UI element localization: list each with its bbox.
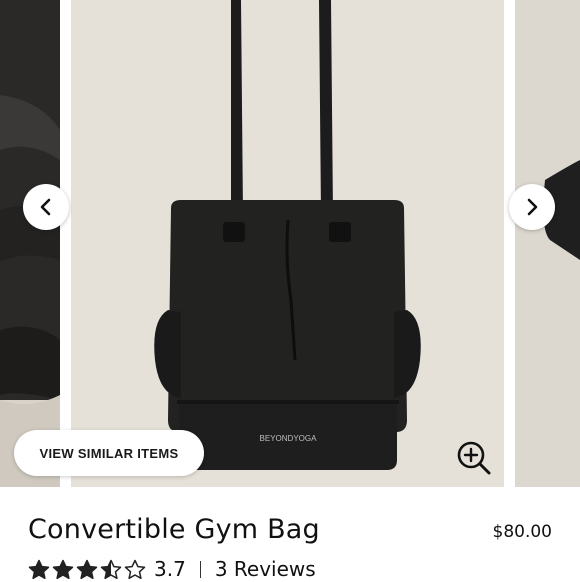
bag-closeup-image [0,0,60,487]
gallery-slide-previous[interactable] [0,0,60,487]
rating-value: 3.7 [154,557,186,581]
zoom-button[interactable] [455,439,493,477]
star-half-icon [100,559,122,579]
star-empty-icon [124,559,146,579]
bag-logo: BEYONDYOGA [260,434,318,443]
next-image-button[interactable] [509,184,555,230]
star-filled-icon [76,559,98,579]
rating-summary: 3.7 3 Reviews [28,556,316,582]
gallery-slide-next[interactable] [515,0,580,487]
view-similar-items-button[interactable]: VIEW SIMILAR ITEMS [14,430,204,476]
reviews-link[interactable]: 3 Reviews [215,557,316,581]
divider [199,560,201,578]
product-price: $80.00 [492,522,552,542]
product-image-gallery[interactable]: BEYONDYOGA VIEW SIMILAR ITEMS [0,0,580,487]
star-filled-icon [52,559,74,579]
star-rating [28,559,146,580]
chevron-right-icon [527,198,538,216]
zoom-in-icon [457,441,491,475]
gallery-slide-current[interactable]: BEYONDYOGA [71,0,504,487]
chevron-left-icon [40,198,51,216]
gym-bag-image: BEYONDYOGA [71,0,504,487]
product-title: Convertible Gym Bag [28,514,320,545]
star-filled-icon [28,559,50,579]
bag-side-image [515,0,580,487]
previous-image-button[interactable] [23,184,69,230]
